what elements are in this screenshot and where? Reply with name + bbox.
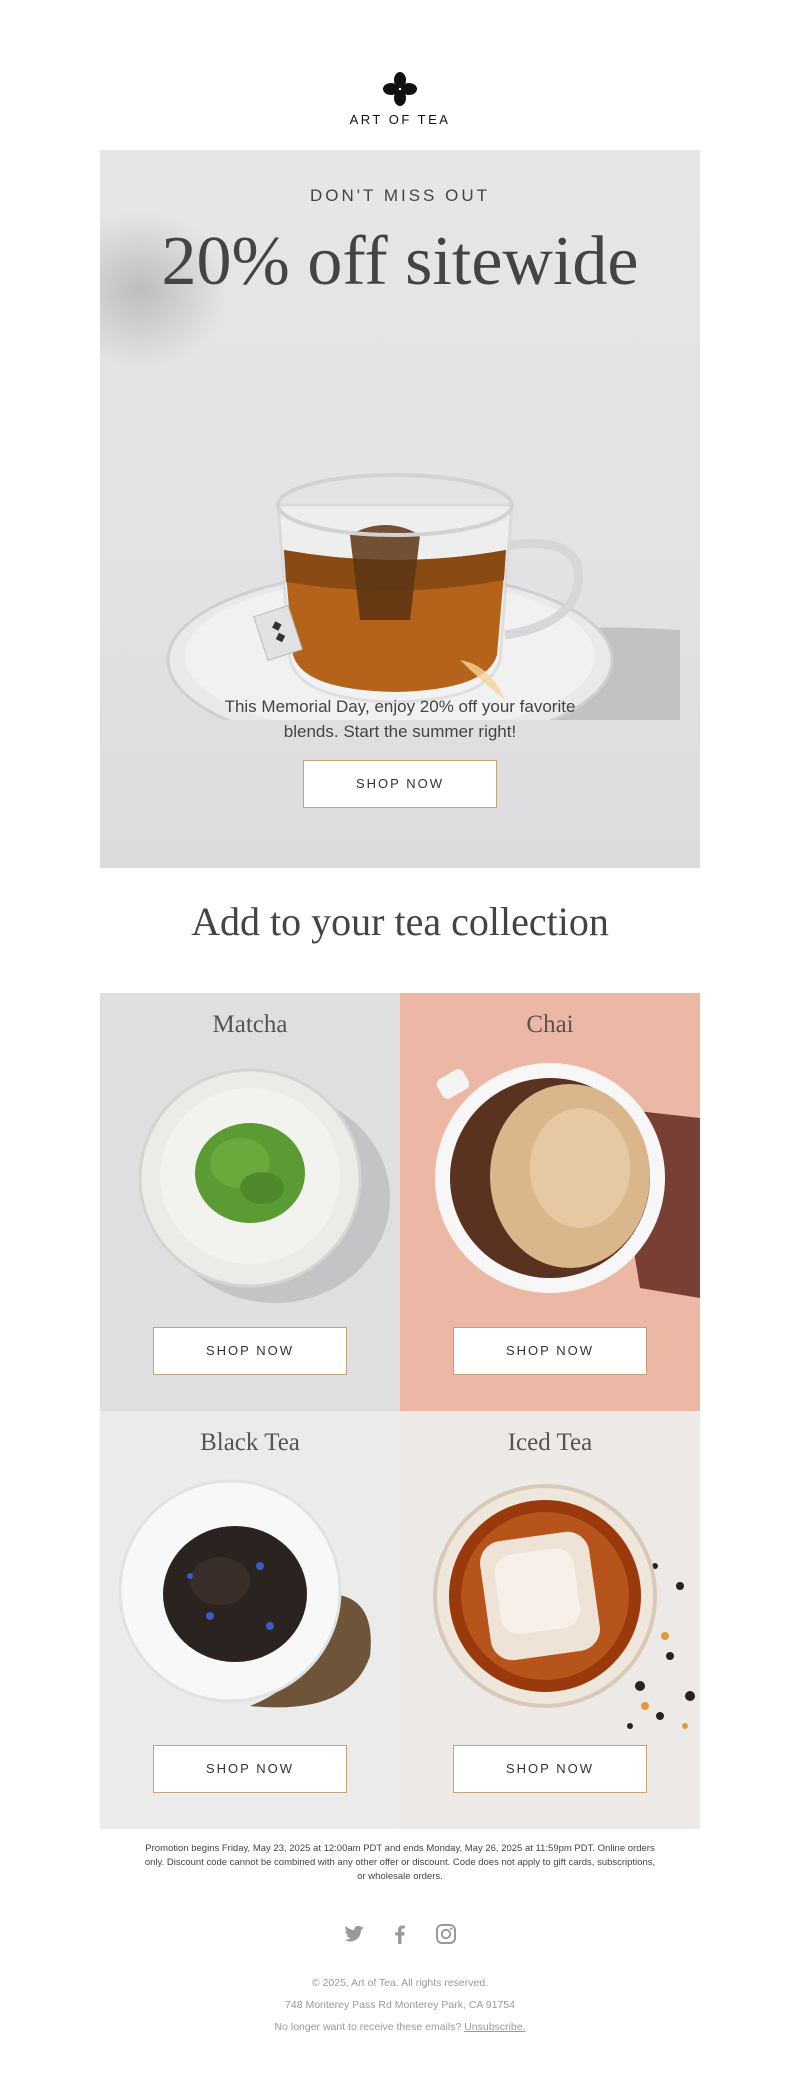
iced-tea-shop-now-button[interactable]: SHOP NOW — [453, 1745, 647, 1793]
chai-shop-now-button[interactable]: SHOP NOW — [453, 1327, 647, 1375]
collection-heading: Add to your tea collection — [191, 899, 609, 944]
facebook-icon[interactable] — [388, 1922, 412, 1946]
footer-copyright: © 2025, Art of Tea. All rights reserved. — [311, 1977, 489, 1989]
clover-logo-icon[interactable] — [383, 72, 417, 106]
product-tile-chai[interactable]: Chai SHOP NOW — [400, 993, 700, 1411]
product-tile-matcha[interactable]: Matcha SHOP NOW — [100, 993, 400, 1411]
footer-unsubscribe-line: No longer want to receive these emails? … — [0, 2021, 800, 2033]
iced-tea-glass-image — [433, 1484, 695, 1729]
black-tea-shop-now-button[interactable]: SHOP NOW — [153, 1745, 347, 1793]
hero-body-text: This Memorial Day, enjoy 20% off your fa… — [224, 697, 576, 741]
hero-shop-now-button[interactable]: SHOP NOW — [303, 760, 497, 808]
unsubscribe-prompt: No longer want to receive these emails? — [274, 2021, 462, 2033]
footer-address: 748 Monterey Pass Rd Monterey Park, CA 9… — [285, 1999, 515, 2011]
hero-banner[interactable]: DON'T MISS OUT 20% off sitewide This Mem… — [100, 150, 700, 868]
product-name: Iced Tea — [507, 1429, 593, 1456]
product-name: Matcha — [212, 1011, 288, 1038]
product-name: Black Tea — [200, 1429, 300, 1456]
chai-cup-image — [435, 1063, 700, 1298]
tea-cup-image — [166, 473, 680, 720]
social-links — [0, 1922, 800, 1946]
hero-eyebrow: DON'T MISS OUT — [310, 186, 490, 205]
product-tile-black-tea[interactable]: Black Tea SHOP NOW — [100, 1411, 400, 1829]
promotion-disclaimer: Promotion begins Friday, May 23, 2025 at… — [144, 1843, 656, 1882]
matcha-bowl-image — [138, 1068, 390, 1303]
product-tile-iced-tea[interactable]: Iced Tea SHOP NOW — [400, 1411, 700, 1829]
unsubscribe-link[interactable]: Unsubscribe. — [464, 2021, 525, 2033]
black-tea-leaves-image — [118, 1479, 371, 1708]
instagram-icon[interactable] — [434, 1922, 458, 1946]
product-name: Chai — [526, 1011, 574, 1038]
hero-title: 20% off sitewide — [161, 223, 639, 300]
matcha-shop-now-button[interactable]: SHOP NOW — [153, 1327, 347, 1375]
brand-name[interactable]: ART OF TEA — [0, 112, 800, 127]
twitter-icon[interactable] — [342, 1922, 366, 1946]
email-page: ART OF TEA DON'T MISS OUT 20% off sitewi… — [0, 0, 800, 2073]
